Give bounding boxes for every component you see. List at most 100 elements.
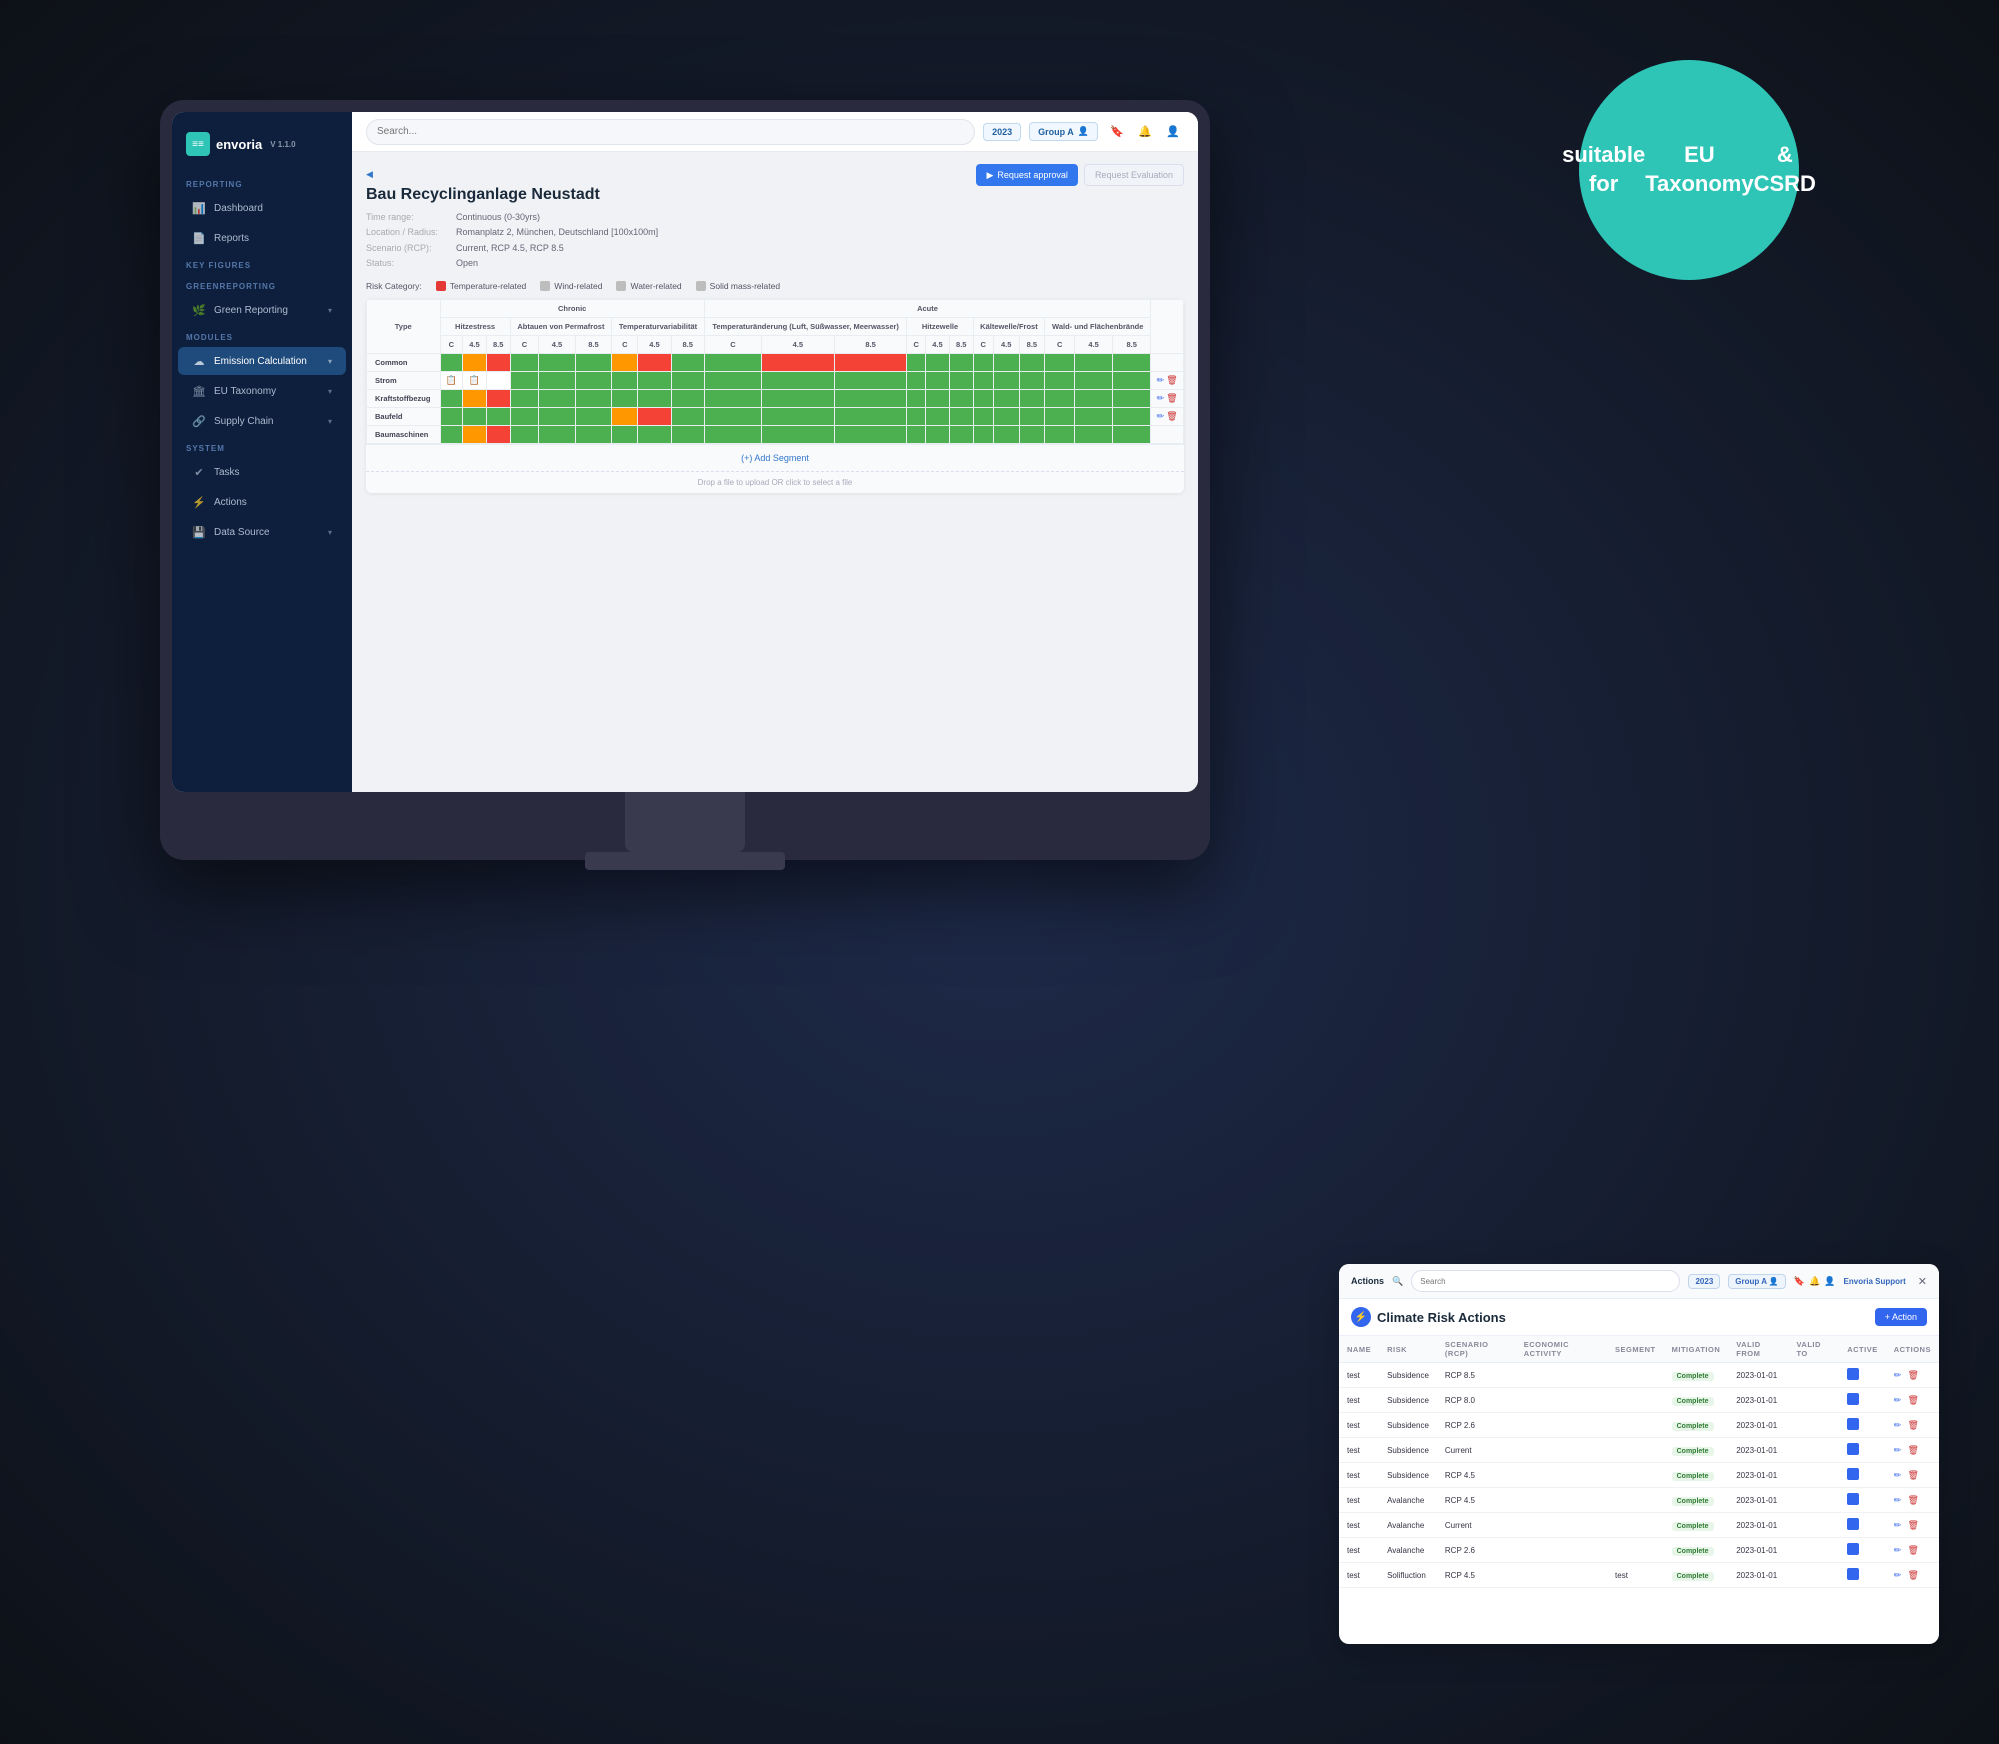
- back-button[interactable]: ◀: [366, 169, 377, 180]
- cell-risk: Avalanche: [1379, 1538, 1437, 1563]
- active-checkbox[interactable]: [1847, 1418, 1859, 1430]
- row-actions: [1151, 426, 1184, 444]
- cell-economic: [1516, 1463, 1607, 1488]
- actions-year-badge[interactable]: 2023: [1688, 1274, 1720, 1289]
- section-label-greenreporting: GREENREPORTING: [172, 274, 352, 295]
- cell-risk: Avalanche: [1379, 1488, 1437, 1513]
- cell: [1019, 426, 1045, 444]
- bell-icon-2[interactable]: 🔔: [1809, 1276, 1820, 1287]
- actions-search-input[interactable]: [1411, 1270, 1680, 1292]
- taxonomy-icon: 🏛: [192, 384, 206, 398]
- cell-actions: ✏ 🗑: [1886, 1438, 1939, 1463]
- active-checkbox[interactable]: [1847, 1518, 1859, 1530]
- delete-button[interactable]: 🗑: [1908, 1420, 1919, 1430]
- legend-solid: Solid mass-related: [696, 281, 780, 291]
- request-approval-button[interactable]: ▶ Request approval: [976, 164, 1077, 186]
- cell: [510, 408, 539, 426]
- edit-button[interactable]: ✏: [1894, 1470, 1902, 1480]
- sidebar-item-dashboard[interactable]: 📊 Dashboard: [178, 194, 346, 222]
- cell: [1045, 354, 1075, 372]
- cell: [993, 408, 1019, 426]
- cloud-icon: ☁: [192, 354, 206, 368]
- legend-water: Water-related: [616, 281, 681, 291]
- sidebar-item-datasource[interactable]: 💾 Data Source ▾: [178, 518, 346, 546]
- edit-button[interactable]: ✏: [1894, 1545, 1902, 1555]
- active-checkbox[interactable]: [1847, 1568, 1859, 1580]
- sc-cur-2: C: [510, 336, 539, 354]
- year-badge[interactable]: 2023: [983, 123, 1021, 141]
- th-risk: RISK: [1379, 1336, 1437, 1363]
- section-label-system: SYSTEM: [172, 436, 352, 457]
- cell: [671, 354, 704, 372]
- request-evaluation-button[interactable]: Request Evaluation: [1084, 164, 1184, 186]
- monitor-screen: ≡≡ envoria V 1.1.0 REPORTING 📊 Dashboard…: [172, 112, 1198, 792]
- sidebar-item-supplychain[interactable]: 🔗 Supply Chain ▾: [178, 407, 346, 435]
- delete-button[interactable]: 🗑: [1908, 1545, 1919, 1555]
- cell-economic: [1516, 1363, 1607, 1388]
- cell-mitigation: Complete: [1664, 1413, 1729, 1438]
- sidebar-item-reports[interactable]: 📄 Reports: [178, 224, 346, 252]
- edit-button[interactable]: ✏: [1894, 1420, 1902, 1430]
- cell: [575, 408, 612, 426]
- bell-icon[interactable]: 🔔: [1134, 121, 1156, 143]
- back-arrow-icon: ◀: [366, 169, 373, 180]
- cell-scenario: RCP 2.6: [1437, 1413, 1516, 1438]
- sidebar-logo: ≡≡ envoria V 1.1.0: [172, 124, 352, 172]
- sidebar-item-greenreporting[interactable]: 🌿 Green Reporting ▾: [178, 296, 346, 324]
- table-row: Common: [367, 354, 1184, 372]
- cell-actions: ✏ 🗑: [1886, 1413, 1939, 1438]
- cell: [440, 390, 463, 408]
- delete-button[interactable]: 🗑: [1908, 1495, 1919, 1505]
- cell: [907, 426, 926, 444]
- active-checkbox[interactable]: [1847, 1443, 1859, 1455]
- cell: [671, 408, 704, 426]
- delete-button[interactable]: 🗑: [1908, 1470, 1919, 1480]
- edit-button[interactable]: ✏: [1894, 1445, 1902, 1455]
- play-icon: ▶: [986, 170, 993, 181]
- sc-45-3: 4.5: [638, 336, 671, 354]
- sidebar-item-tasks[interactable]: ✔ Tasks: [178, 458, 346, 486]
- group-badge[interactable]: Group A 👤: [1029, 122, 1098, 141]
- cell-valid-from: 2023-01-01: [1728, 1438, 1788, 1463]
- cell: [638, 408, 671, 426]
- edit-button[interactable]: ✏: [1894, 1520, 1902, 1530]
- active-checkbox[interactable]: [1847, 1393, 1859, 1405]
- edit-button[interactable]: ✏: [1894, 1370, 1902, 1380]
- add-action-button[interactable]: + Action: [1875, 1308, 1927, 1326]
- actions-group-badge[interactable]: Group A 👤: [1728, 1274, 1786, 1289]
- th-actions: ACTIONS: [1886, 1336, 1939, 1363]
- add-segment-button[interactable]: (+) Add Segment: [366, 444, 1184, 471]
- sidebar-item-actions[interactable]: ⚡ Actions: [178, 488, 346, 516]
- btn-label: Request approval: [997, 170, 1068, 180]
- active-checkbox[interactable]: [1847, 1493, 1859, 1505]
- active-checkbox[interactable]: [1847, 1543, 1859, 1555]
- active-checkbox[interactable]: [1847, 1468, 1859, 1480]
- user-icon-2[interactable]: 👤: [1824, 1276, 1835, 1287]
- cell: [638, 426, 671, 444]
- cell-economic: [1516, 1513, 1607, 1538]
- edit-button[interactable]: ✏: [1894, 1395, 1902, 1405]
- sidebar-item-emission[interactable]: ☁ Emission Calculation ▾: [178, 347, 346, 375]
- cell: [1075, 426, 1113, 444]
- delete-button[interactable]: 🗑: [1908, 1445, 1919, 1455]
- cell-valid-to: [1788, 1488, 1839, 1513]
- delete-button[interactable]: 🗑: [1908, 1370, 1919, 1380]
- delete-button[interactable]: 🗑: [1908, 1395, 1919, 1405]
- actions-user-label: Envoria Support: [1844, 1277, 1906, 1286]
- edit-button[interactable]: ✏: [1894, 1495, 1902, 1505]
- sidebar-item-eutaxonomy[interactable]: 🏛 EU Taxonomy ▾: [178, 377, 346, 405]
- edit-button[interactable]: ✏: [1894, 1570, 1902, 1580]
- search-input[interactable]: [366, 119, 975, 145]
- close-icon[interactable]: ✕: [1918, 1275, 1927, 1288]
- chevron-down-icon: ▾: [328, 417, 332, 426]
- cell: [926, 426, 950, 444]
- cell-mitigation: Complete: [1664, 1438, 1729, 1463]
- delete-button[interactable]: 🗑: [1908, 1520, 1919, 1530]
- user-avatar-icon[interactable]: 👤: [1162, 121, 1184, 143]
- bookmark-icon-2[interactable]: 🔖: [1794, 1276, 1805, 1287]
- bookmark-icon[interactable]: 🔖: [1106, 121, 1128, 143]
- cell: [926, 372, 950, 390]
- active-checkbox[interactable]: [1847, 1368, 1859, 1380]
- delete-button[interactable]: 🗑: [1908, 1570, 1919, 1580]
- drop-zone[interactable]: Drop a file to upload OR click to select…: [366, 471, 1184, 493]
